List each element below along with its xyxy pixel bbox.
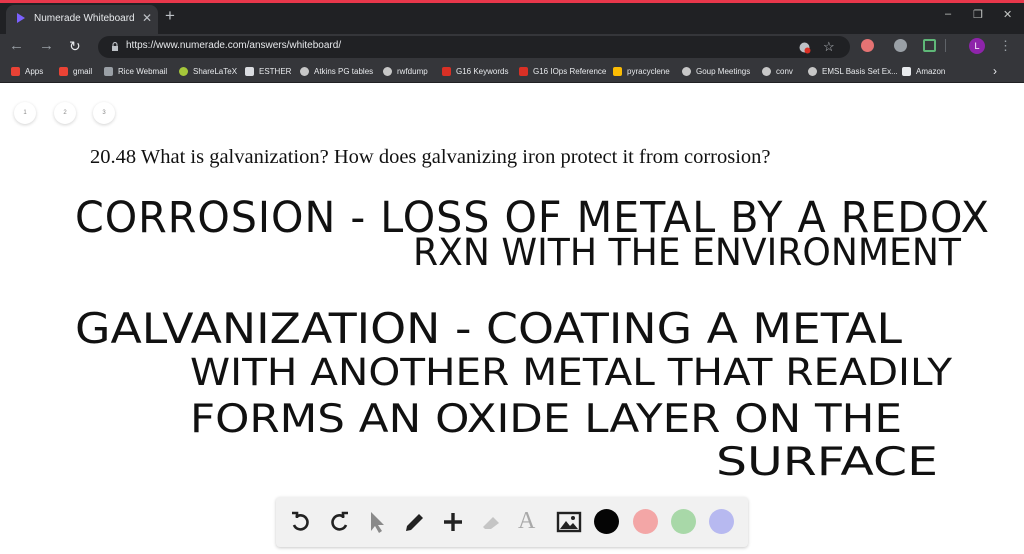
bookmark-label: gmail (73, 67, 93, 76)
bookmark-label: pyracyclene (627, 67, 670, 76)
bookmark-label: ESTHER (259, 67, 292, 76)
bookmark-goup-meetings[interactable]: Goup Meetings (682, 60, 750, 83)
image-icon[interactable] (556, 509, 582, 535)
forward-arrow-icon[interactable]: → (39, 37, 54, 55)
whiteboard-canvas[interactable]: 1 2 3 20.48 What is galvanization? How d… (0, 84, 1024, 554)
handwritten-notes: CORROSION - LOSS OF METAL BY A REDOX RXN… (75, 193, 989, 485)
camera-blocked-icon[interactable] (798, 41, 811, 54)
color-swatch-green[interactable] (671, 509, 696, 534)
profile-avatar[interactable]: L (969, 38, 985, 54)
address-url[interactable]: https://www.numerade.com/answers/whitebo… (126, 40, 341, 51)
bookmark-g16-iops-reference[interactable]: G16 IOps Reference (519, 60, 606, 83)
bookmark-sharelatex[interactable]: ShareLaTeX (179, 60, 237, 83)
tab-numerade-whiteboard[interactable]: Numerade Whiteboard ✕ (6, 5, 158, 34)
bookmark-gmail[interactable]: gmail (59, 60, 92, 83)
bookmark-pyracyclene[interactable]: pyracyclene (613, 60, 670, 83)
bookmark-label: Goup Meetings (696, 67, 751, 76)
globe-icon (808, 67, 817, 76)
extension-screen-icon[interactable] (923, 39, 936, 52)
bookmark-label: G16 Keywords (456, 67, 509, 76)
apps-grid-icon (11, 67, 20, 76)
gmail-icon (59, 67, 68, 76)
bookmark-label: Amazon (916, 67, 946, 76)
window-accent-bar (0, 0, 1024, 3)
plus-icon[interactable] (440, 509, 466, 535)
reload-icon[interactable]: ↻ (69, 37, 81, 55)
bookmark-label: Rice Webmail (118, 67, 168, 76)
bookmark-label: rwfdump (397, 67, 428, 76)
numerade-favicon-icon (17, 13, 25, 23)
bookmarks-overflow-icon[interactable]: › (993, 64, 997, 78)
globe-icon (300, 67, 309, 76)
browser-menu-icon[interactable]: ⋮ (999, 38, 1012, 54)
pen-icon[interactable] (402, 509, 428, 535)
color-swatch-pink[interactable] (633, 509, 658, 534)
bookmark-rwfdump[interactable]: rwfdump (383, 60, 428, 83)
browser-tab-strip: Numerade Whiteboard ✕ + – ❐ ✕ (0, 0, 1024, 34)
gaussian-icon (442, 67, 451, 76)
redo-icon[interactable] (326, 509, 352, 535)
handwriting-line-5: FORMS AN OXIDE LAYER ON THE (190, 397, 902, 442)
page-icon (245, 67, 254, 76)
lock-icon (112, 42, 118, 51)
bookmark-label: EMSL Basis Set Ex... (822, 67, 898, 76)
eraser-icon[interactable] (478, 509, 504, 535)
handwriting-line-3: GALVANIZATION - COATING A METAL (75, 304, 903, 353)
pointer-icon[interactable] (364, 509, 390, 535)
color-swatch-black[interactable] (594, 509, 619, 534)
address-bar[interactable]: https://www.numerade.com/answers/whitebo… (98, 36, 850, 58)
bookmark-rice-webmail[interactable]: Rice Webmail (104, 60, 167, 83)
handwriting-line-6: SURFACE (716, 440, 938, 485)
close-window-button[interactable]: ✕ (1003, 8, 1012, 21)
bookmark-emsl-basis-set[interactable]: EMSL Basis Set Ex... (808, 60, 898, 83)
bookmark-esther[interactable]: ESTHER (245, 60, 291, 83)
color-swatch-lavender[interactable] (709, 509, 734, 534)
bookmark-amazon[interactable]: Amazon (902, 60, 945, 83)
sharelatex-icon (179, 67, 188, 76)
bookmark-star-icon[interactable]: ☆ (823, 39, 835, 55)
bookmark-label: Atkins PG tables (314, 67, 374, 76)
bookmark-label: Apps (25, 67, 44, 76)
bookmark-g16-keywords[interactable]: G16 Keywords (442, 60, 508, 83)
browser-toolbar: ← → ↻ https://www.numerade.com/answers/w… (0, 34, 1024, 60)
amazon-icon (902, 67, 911, 76)
tab-title: Numerade Whiteboard (34, 13, 135, 24)
tab-close-icon[interactable]: ✕ (142, 11, 152, 25)
undo-icon[interactable] (288, 509, 314, 535)
maximize-button[interactable]: ❐ (973, 8, 983, 21)
globe-icon (762, 67, 771, 76)
globe-icon (383, 67, 392, 76)
bookmarks-bar: Apps gmail Rice Webmail ShareLaTeX ESTHE… (0, 60, 1024, 83)
text-icon[interactable]: A (518, 507, 544, 534)
bookmark-label: G16 IOps Reference (533, 67, 607, 76)
back-arrow-icon[interactable]: ← (9, 37, 24, 55)
bookmark-conv[interactable]: conv (762, 60, 793, 83)
gaussian-icon (519, 67, 528, 76)
bookmark-label: conv (776, 67, 793, 76)
extension-gray-icon[interactable] (894, 39, 907, 52)
handwriting-line-4: WITH ANOTHER METAL THAT READILY (190, 351, 952, 394)
folder-icon (613, 67, 622, 76)
minimize-button[interactable]: – (945, 8, 951, 20)
toolbar-divider (945, 39, 946, 52)
rice-icon (104, 67, 113, 76)
new-tab-button[interactable]: + (165, 7, 175, 24)
extension-red-icon[interactable] (861, 39, 874, 52)
bookmark-apps[interactable]: Apps (11, 60, 43, 83)
globe-icon (682, 67, 691, 76)
drawing-toolbar: A (276, 497, 748, 547)
bookmark-atkins-pg-tables[interactable]: Atkins PG tables (300, 60, 373, 83)
handwriting-line-2: RXN WITH THE ENVIRONMENT (413, 231, 961, 274)
bookmark-label: ShareLaTeX (193, 67, 238, 76)
